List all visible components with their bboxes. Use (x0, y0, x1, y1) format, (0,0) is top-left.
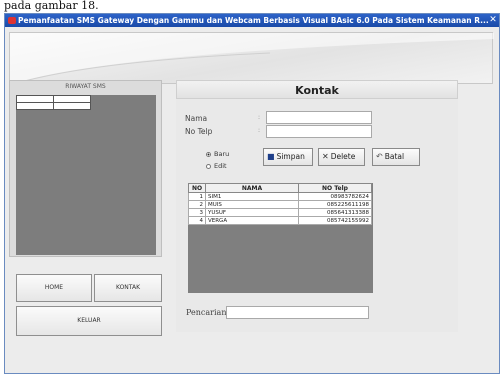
sms-history-grid[interactable] (16, 95, 156, 255)
keluar-button-label: KELUAR (77, 317, 101, 324)
kontak-table[interactable]: NO NAMA NO Telp 1 SIM1 08983782624 2 MUI… (188, 183, 373, 293)
row-nama: MUIS (205, 200, 299, 209)
row-no: 4 (188, 216, 206, 225)
column-header-nama[interactable]: NAMA (205, 183, 299, 193)
riwayat-sms-title: RIWAYAT SMS (65, 83, 106, 90)
row-telp: 085742155992 (298, 216, 372, 225)
nama-label: Nama (185, 114, 208, 123)
home-button-label: HOME (44, 284, 64, 291)
radio-baru-label: Baru (214, 150, 230, 158)
nama-colon: : (258, 114, 261, 121)
row-nama: SIM1 (205, 192, 299, 201)
row-telp: 08983782624 (298, 192, 372, 201)
radio-edit[interactable]: Edit (206, 162, 227, 170)
simpan-button[interactable]: ■ Simpan (263, 148, 313, 166)
kontak-grid[interactable]: NO NAMA NO Telp 1 SIM1 08983782624 2 MUI… (188, 183, 372, 225)
table-row[interactable]: 2 MUIS 085225611198 (188, 200, 372, 209)
batal-button[interactable]: ↶ Batal (372, 148, 420, 166)
table-row[interactable]: 4 VERGA 085742155992 (188, 216, 372, 225)
notelp-label: No Telp (185, 127, 213, 136)
row-no: 3 (188, 208, 206, 217)
row-telp: 085641313388 (298, 208, 372, 217)
delete-icon: ✕ (322, 152, 329, 161)
radio-edit-label: Edit (214, 162, 227, 170)
save-icon: ■ (267, 152, 275, 161)
nama-input[interactable] (266, 111, 372, 124)
swoosh-graphic (10, 33, 494, 85)
kontak-panel: Kontak Nama : No Telp : Baru Edit ■ Simpa… (176, 80, 458, 332)
header-banner (9, 32, 494, 85)
radio-baru-indicator (206, 151, 211, 157)
app-icon (8, 17, 16, 24)
radio-baru[interactable]: Baru (206, 150, 229, 158)
delete-button[interactable]: ✕ Delete (318, 148, 365, 166)
window-title: Pemanfaatan SMS Gateway Dengan Gammu dan… (18, 16, 489, 25)
batal-label: Batal (384, 152, 405, 161)
simpan-label: Simpan (276, 152, 305, 161)
row-no: 2 (188, 200, 206, 209)
table-row[interactable]: 1 SIM1 08983782624 (188, 192, 372, 201)
pencarian-input[interactable] (226, 306, 369, 319)
row-nama: VERGA (205, 216, 299, 225)
row-telp: 085225611198 (298, 200, 372, 209)
keluar-button[interactable]: KELUAR (16, 306, 162, 336)
table-row[interactable]: 3 YUSUF 085641313388 (188, 208, 372, 217)
column-header-no[interactable]: NO (188, 183, 206, 193)
pencarian-label: Pencarian (186, 308, 227, 317)
riwayat-sms-panel: RIWAYAT SMS (9, 80, 162, 257)
kontak-button[interactable]: KONTAK (94, 274, 162, 302)
grid-cell[interactable] (53, 102, 91, 110)
row-nama: YUSUF (205, 208, 299, 217)
home-button[interactable]: HOME (16, 274, 92, 302)
kontak-button-label: KONTAK (115, 284, 141, 291)
caption-text: pada gambar 18. (0, 0, 501, 12)
kontak-title: Kontak (176, 80, 458, 99)
title-bar[interactable]: Pemanfaatan SMS Gateway Dengan Gammu dan… (5, 14, 499, 27)
notelp-colon: : (258, 127, 261, 134)
delete-label: Delete (330, 152, 356, 161)
close-icon[interactable]: ✕ (488, 14, 498, 27)
grid-cell[interactable] (16, 102, 54, 110)
notelp-input[interactable] (266, 125, 372, 138)
undo-icon: ↶ (376, 152, 383, 161)
table-header-row: NO NAMA NO Telp (188, 183, 372, 193)
row-no: 1 (188, 192, 206, 201)
column-header-telp[interactable]: NO Telp (298, 183, 372, 193)
radio-edit-indicator (206, 163, 211, 169)
